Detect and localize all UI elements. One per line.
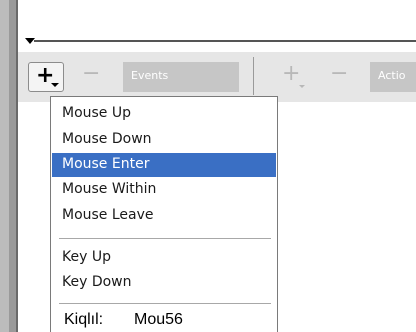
app-window: + − Events + − Actio Mouse Up Mouse Down… — [0, 0, 416, 332]
menu-item-label: Key Up — [62, 249, 111, 265]
dropdown-caret-icon — [51, 83, 59, 87]
panel-splitter[interactable] — [9, 0, 16, 332]
caption-prefix: Kiqlıl: — [64, 311, 104, 328]
menu-item-label: Mouse Down — [62, 131, 152, 147]
action-dropdown-caret-icon — [299, 85, 305, 88]
menu-item-mouse-enter[interactable]: Mouse Enter — [52, 153, 276, 177]
menu-item-key-up[interactable]: Key Up — [52, 246, 276, 270]
menu-item-mouse-down[interactable]: Mouse Down — [52, 128, 276, 152]
panel-header — [18, 0, 416, 36]
caption-text: Mou56 — [134, 311, 183, 328]
actions-column-header: Actio — [370, 62, 416, 92]
panel-header-divider — [34, 40, 416, 42]
menu-item-mouse-within[interactable]: Mouse Within — [52, 178, 276, 202]
remove-event-button[interactable]: − — [82, 62, 100, 86]
actions-label: Actio — [378, 69, 406, 82]
add-event-button[interactable]: + — [28, 62, 64, 92]
menu-item-key-down[interactable]: Key Down — [52, 271, 276, 295]
menu-item-mouse-up[interactable]: Mouse Up — [52, 102, 276, 126]
menu-separator — [59, 238, 271, 239]
toolbar-separator — [253, 57, 254, 95]
events-column-header: Events — [123, 62, 239, 92]
menu-item-label: Mouse Up — [62, 105, 132, 121]
event-dropdown-menu: Mouse Up Mouse Down Mouse Enter Mouse Wi… — [50, 96, 278, 332]
figure-caption: Kiqlıl: Mou56 — [64, 311, 264, 332]
add-action-button[interactable]: + — [282, 62, 300, 86]
menu-separator — [59, 303, 271, 304]
menu-item-label: Mouse Leave — [62, 207, 154, 223]
menu-item-label: Key Down — [62, 274, 132, 290]
menu-item-mouse-leave[interactable]: Mouse Leave — [52, 204, 276, 228]
menu-item-label: Mouse Within — [62, 181, 157, 197]
remove-action-button[interactable]: − — [330, 62, 348, 86]
events-label: Events — [131, 69, 169, 82]
window-left-edge — [0, 0, 9, 332]
menu-item-label: Mouse Enter — [62, 156, 150, 172]
